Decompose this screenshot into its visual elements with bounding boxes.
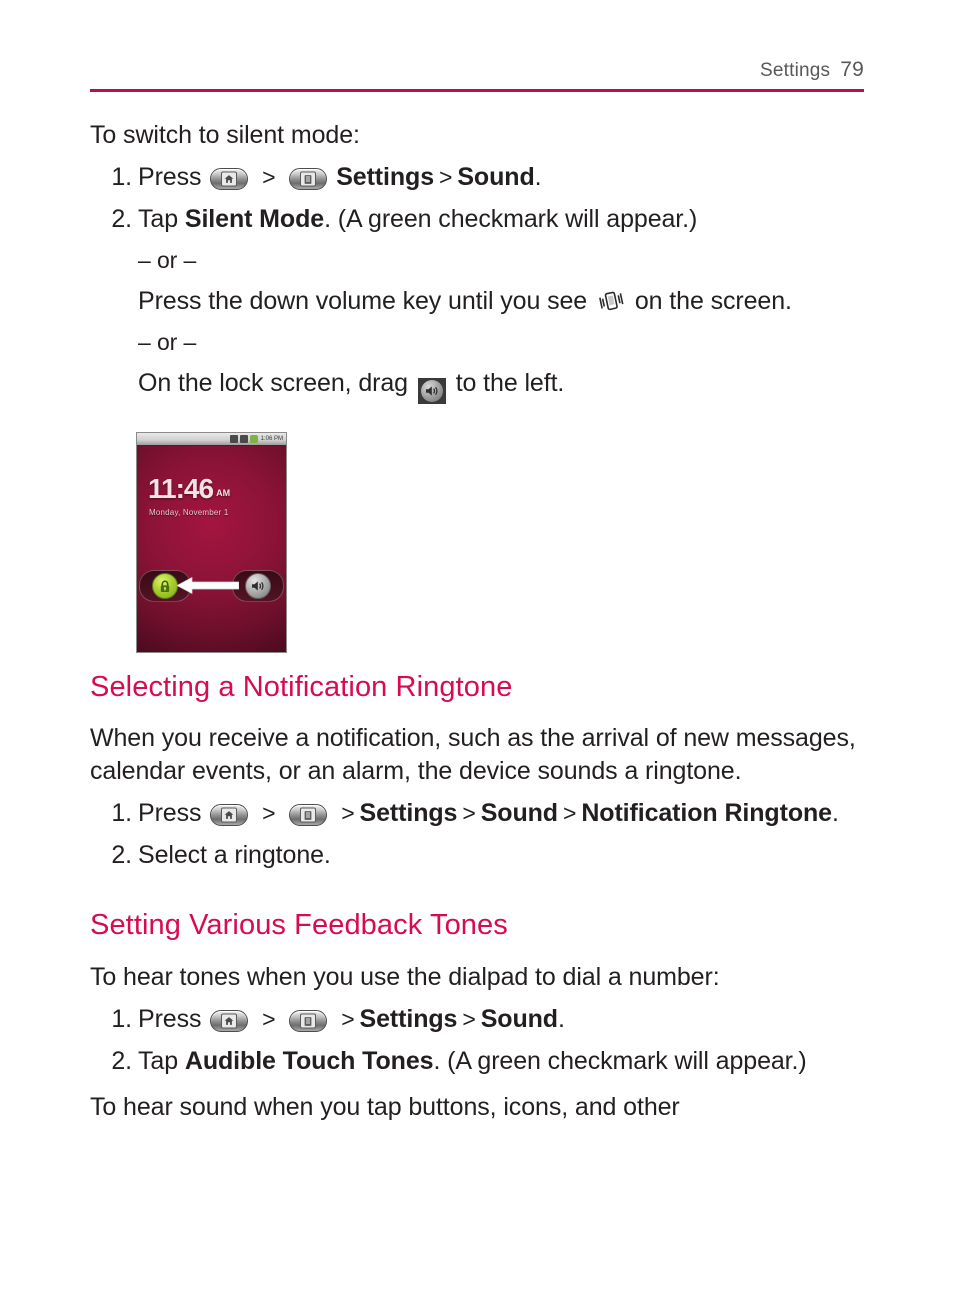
page-number: 79 [840, 58, 864, 81]
lockscreen-unlock-bar [137, 570, 286, 602]
notification-ringtone-paragraph: When you receive a notification, such as… [90, 724, 856, 785]
sound-icon [417, 378, 446, 404]
silent-mode-intro: To switch to silent mode: [90, 121, 360, 149]
sound-icon-circle [420, 380, 443, 402]
chevron-separator: > [462, 800, 476, 826]
list-item: 1. Press > Settings > Sound. [90, 156, 880, 198]
menu-key-icon [289, 168, 328, 190]
status-bar-icons [229, 435, 258, 443]
menu-glyph-icon [300, 807, 317, 823]
alternative-separator-1: – or – [138, 247, 197, 273]
notification-ringtone-label: Notification Ringtone [581, 799, 832, 827]
alt1-text-before: Press the down volume key until you see [138, 287, 588, 315]
notification-ringtone-steps: 1. Press > > Settings > Sound > Notification R… [90, 792, 880, 876]
step-number: 1. [111, 163, 132, 191]
chevron-separator: > [262, 800, 276, 826]
alt2-text-after: to the left. [455, 369, 565, 397]
chevron-separator: > [439, 164, 453, 190]
step-number: 1. [111, 1005, 132, 1033]
phone-lockscreen-screenshot: 1:06 PM 11:46 AM Monday, November 1 [136, 432, 287, 653]
home-glyph-icon [221, 1013, 238, 1029]
sound-icon[interactable] [245, 573, 271, 599]
list-item: 1. Press > > Settings > Sound > Notification R… [90, 792, 880, 834]
usb-icon [229, 435, 238, 443]
lockscreen-date: Monday, November 1 [149, 508, 229, 517]
step-text: Select a ringtone. [138, 841, 331, 869]
silent-mode-steps: 1. Press > Settings > Sound. 2. Tap Silent M… [90, 156, 880, 240]
step-number: 2. [111, 1047, 132, 1075]
page-title: Selecting a Notification Ringtone [90, 671, 513, 703]
lockscreen-clock-time: 11:46 [148, 473, 214, 504]
home-key-icon [210, 804, 249, 826]
chevron-separator: > [562, 800, 577, 826]
menu-key-icon [289, 804, 328, 826]
phone-status-bar: 1:06 PM [137, 433, 286, 446]
battery-icon [249, 435, 258, 443]
lockscreen-clock: 11:46 AM [148, 475, 230, 503]
settings-label: Settings [336, 163, 435, 191]
list-item: 2. Tap Audible Touch Tones. (A green chec… [90, 1040, 880, 1082]
step-period: . [557, 1005, 565, 1033]
alternative-instruction-1: Press the down volume key until you see … [90, 281, 880, 322]
alternative-separator-2: – or – [138, 329, 197, 355]
page-content: To switch to silent mode: 1. Press > Sett… [90, 118, 880, 404]
alternative-instruction-2: On the lock screen, drag to the left. [90, 363, 880, 404]
settings-label: Settings [359, 1005, 458, 1033]
step-tail: . (A green checkmark will appear.) [433, 1047, 807, 1075]
header-rule [90, 89, 864, 92]
menu-key-icon [289, 1010, 328, 1032]
sound-label: Sound [480, 1005, 558, 1033]
step-number: 1. [111, 799, 132, 827]
step-verb: Press [138, 1005, 202, 1033]
silent-mode-label: Silent Mode [184, 205, 325, 233]
settings-label: Settings [359, 799, 458, 827]
status-bar-clock: 1:06 PM [260, 436, 283, 442]
alt2-text-before: On the lock screen, drag [138, 369, 408, 397]
chevron-separator: > [462, 1006, 476, 1032]
chevron-separator: > [341, 800, 355, 826]
home-glyph-icon [221, 807, 238, 823]
list-item: 2. Tap Silent Mode. (A green checkmark wi… [90, 198, 880, 240]
home-glyph-icon [221, 171, 238, 187]
chevron-separator: > [341, 1006, 355, 1032]
header-text: Settings 79 [760, 58, 864, 82]
chevron-separator: > [262, 1006, 276, 1032]
list-item: 2. Select a ringtone. [90, 834, 880, 876]
step-number: 2. [111, 205, 132, 233]
step-number: 2. [111, 841, 132, 869]
list-item: 1. Press > > Settings > Sound. [90, 998, 880, 1040]
audible-touch-tones-label: Audible Touch Tones [184, 1047, 434, 1075]
drag-left-arrow-icon [176, 576, 240, 595]
feedback-tones-intro: To hear tones when you use the dialpad t… [90, 963, 720, 991]
lock-icon[interactable] [152, 573, 178, 599]
page-title: Setting Various Feedback Tones [90, 909, 508, 941]
step-tail: . (A green checkmark will appear.) [324, 205, 698, 233]
step-verb: Press [138, 163, 202, 191]
feedback-tones-closing: To hear sound when you tap buttons, icon… [90, 1093, 680, 1121]
step-verb: Press [138, 799, 202, 827]
feedback-tones-steps: 1. Press > > Settings > Sound. 2. Tap Audible… [90, 998, 880, 1082]
notification-ringtone-section: Selecting a Notification Ringtone When y… [90, 668, 880, 1128]
step-period: . [534, 163, 542, 191]
sound-label: Sound [457, 163, 535, 191]
menu-glyph-icon [300, 1013, 317, 1029]
alt1-text-after: on the screen. [634, 287, 792, 315]
sound-label: Sound [480, 799, 558, 827]
chevron-separator: > [262, 164, 276, 190]
page-header: Settings 79 [90, 58, 864, 98]
unlock-slot-right[interactable] [232, 570, 284, 602]
signal-icon [239, 435, 248, 443]
step-period: . [831, 799, 839, 827]
menu-glyph-icon [300, 171, 317, 187]
step-verb: Tap [138, 1047, 179, 1075]
home-key-icon [210, 168, 249, 190]
home-key-icon [210, 1010, 249, 1032]
vibrate-icon [597, 287, 625, 313]
header-section-title: Settings [759, 60, 831, 81]
lockscreen-clock-ampm: AM [216, 488, 231, 498]
step-verb: Tap [138, 205, 179, 233]
